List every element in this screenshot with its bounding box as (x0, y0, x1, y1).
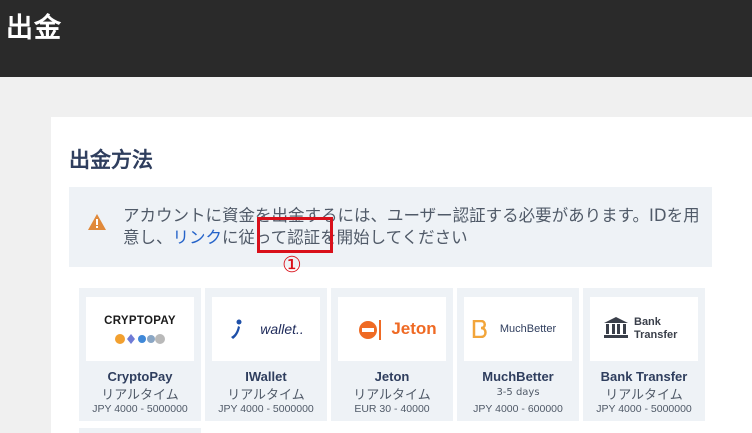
method-limit: JPY 4000 - 5000000 (218, 403, 314, 415)
method-speed: リアルタイム (605, 388, 683, 403)
iwallet-logo: wallet.. (212, 297, 320, 361)
bank-icon (604, 317, 628, 338)
withdrawal-card: 出金方法 アカウントに資金を出金するには、ユーザー認証する必要があります。IDを… (51, 117, 752, 433)
bank-logo-text-line2: Transfer (634, 329, 678, 341)
bank-logo-text-line1: Bank (634, 316, 661, 328)
method-jeton[interactable]: Jeton Jeton リアルタイム EUR 30 - 40000 (331, 288, 453, 421)
method-speed: リアルタイム (353, 388, 431, 403)
method-cryptopay[interactable]: CRYPTOPAY CryptoPay リアルタイム JPY 4000 - 50… (79, 288, 201, 421)
annotation-highlight-box (257, 217, 333, 253)
payment-methods-list: CRYPTOPAY CryptoPay リアルタイム JPY 4000 - 50… (79, 288, 749, 433)
section-title: 出金方法 (69, 148, 153, 172)
method-name: Bank Transfer (600, 369, 688, 384)
notice-message: アカウントに資金を出金するには、ユーザー認証する必要があります。IDを用意し、リ… (123, 205, 708, 249)
method-name: CryptoPay (107, 369, 173, 384)
top-bar: 出金 (0, 0, 752, 77)
method-bank-transfer[interactable]: Bank Transfer Bank Transfer リアルタイム JPY 4… (583, 288, 705, 421)
method-limit: JPY 4000 - 5000000 (92, 403, 188, 415)
annotation-number: ① (282, 253, 302, 278)
bank-transfer-logo: Bank Transfer (590, 297, 698, 361)
method-tile-partial (79, 428, 201, 433)
jeton-logo: Jeton (338, 297, 446, 361)
method-iwallet[interactable]: wallet.. IWallet リアルタイム JPY 4000 - 50000… (205, 288, 327, 421)
muchbetter-logo: MuchBetter (464, 297, 572, 361)
method-speed: リアルタイム (227, 388, 305, 403)
verification-notice: アカウントに資金を出金するには、ユーザー認証する必要があります。IDを用意し、リ… (69, 187, 712, 267)
method-speed: リアルタイム (101, 388, 179, 403)
method-limit: JPY 4000 - 600000 (473, 403, 563, 415)
method-name: MuchBetter (482, 369, 554, 384)
method-limit: JPY 4000 - 5000000 (596, 403, 692, 415)
method-name: Jeton (374, 369, 410, 384)
method-name: IWallet (245, 369, 287, 384)
warning-icon (88, 214, 106, 230)
method-speed: 3-5 days (496, 387, 540, 398)
method-limit: EUR 30 - 40000 (354, 403, 430, 415)
method-muchbetter[interactable]: MuchBetter MuchBetter 3-5 days JPY 4000 … (457, 288, 579, 421)
page-title: 出金 (6, 13, 62, 44)
crypto-coins-icon (115, 334, 165, 344)
verification-link[interactable]: リンク (173, 228, 223, 247)
cryptopay-logo: CRYPTOPAY (86, 297, 194, 361)
